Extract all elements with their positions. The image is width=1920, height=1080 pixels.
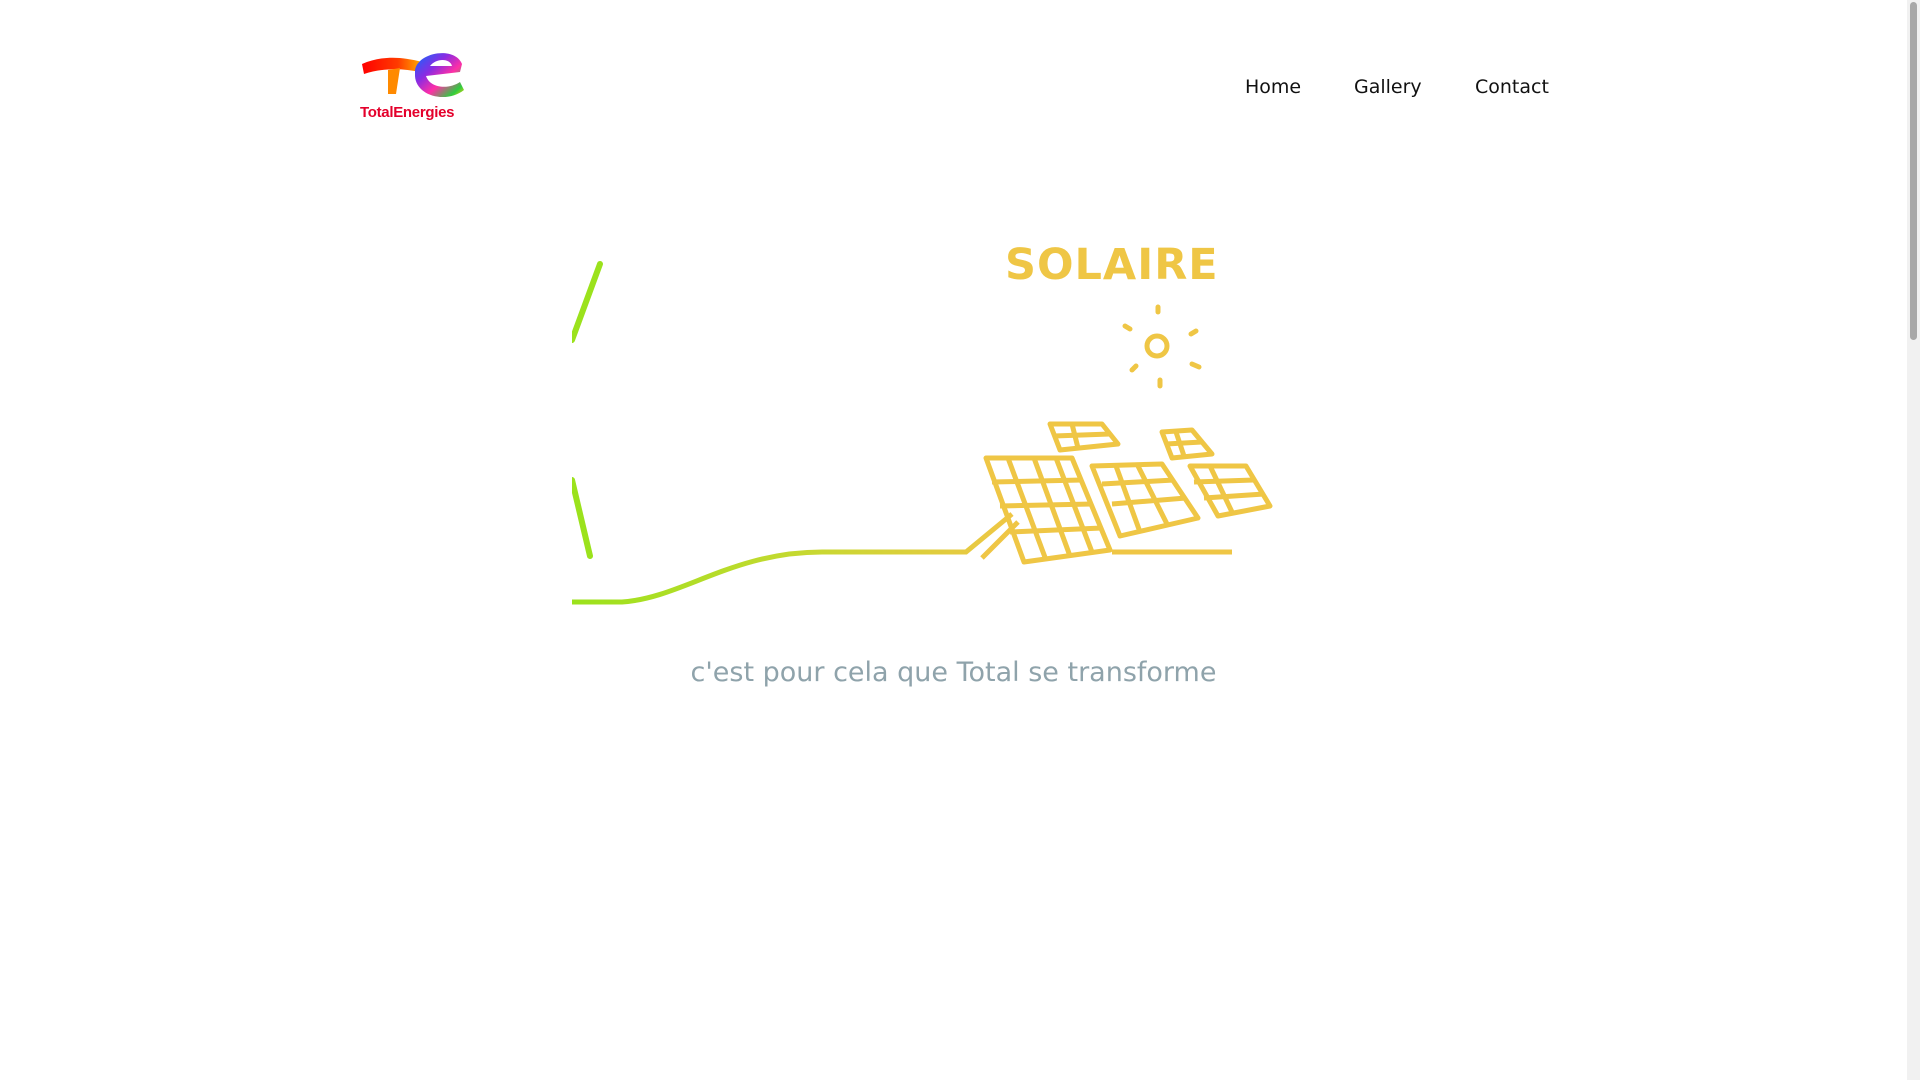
- green-arc-top: [572, 261, 603, 343]
- totalenergies-logo-icon: [362, 53, 464, 98]
- page: TotalEnergies Home Gallery Contact SOLAI…: [0, 0, 1920, 1080]
- nav-contact-link[interactable]: Contact: [1475, 76, 1549, 98]
- page-scrollbar[interactable]: [1907, 0, 1920, 1080]
- logo-wordmark: TotalEnergies: [360, 104, 455, 121]
- nav-gallery-link[interactable]: Gallery: [1354, 76, 1422, 98]
- hero-caption: c'est pour cela que Total se transforme: [690, 657, 1217, 688]
- solar-panel-group: [983, 421, 1273, 565]
- main-nav: Home Gallery Contact: [1200, 76, 1570, 102]
- connector-line: [572, 512, 1014, 605]
- green-arc-bottom: [572, 477, 593, 559]
- hero-title: SOLAIRE: [1005, 240, 1219, 290]
- hero-animation: SOLAIRE: [572, 200, 1348, 620]
- solar-panels-illustration: [572, 261, 1273, 605]
- sun-icon: [1122, 304, 1202, 389]
- nav-home-link[interactable]: Home: [1245, 76, 1301, 98]
- scrollbar-thumb[interactable]: [1910, 2, 1917, 340]
- totalenergies-logo[interactable]: TotalEnergies: [360, 46, 470, 126]
